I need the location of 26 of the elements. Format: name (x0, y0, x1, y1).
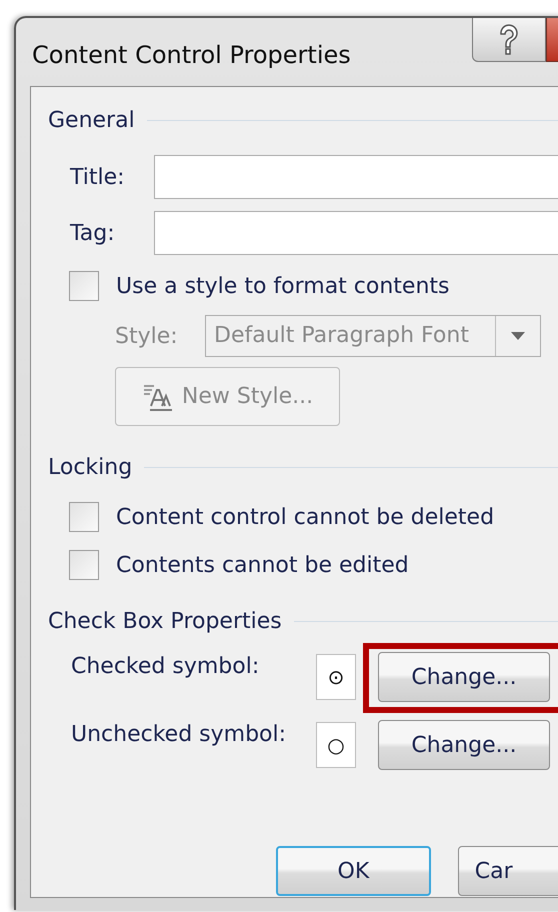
checkbox[interactable] (69, 271, 99, 301)
text-field[interactable] (154, 211, 558, 255)
help-icon (498, 24, 520, 56)
help-button[interactable] (472, 18, 546, 62)
dropdown-arrow-icon (511, 332, 525, 340)
field-label: Style: (115, 324, 179, 348)
checkbox-label: Use a style to format contents (116, 274, 450, 298)
dialog-button[interactable]: OK (276, 846, 431, 896)
checkbox[interactable] (69, 502, 99, 532)
change-button[interactable]: Change... (378, 720, 550, 770)
symbol-preview: ○ (316, 722, 356, 768)
dialog-button[interactable]: Car (458, 846, 558, 896)
checkbox-label: Content control cannot be deleted (116, 504, 494, 530)
checkbox[interactable] (69, 550, 99, 580)
field-label: Tag: (70, 220, 116, 246)
window-title: Content Control Properties (32, 41, 351, 69)
symbol-preview: ⊙ (316, 654, 356, 700)
checkbox-label: Contents cannot be edited (116, 552, 409, 578)
section-heading: Locking (48, 454, 132, 480)
text-field[interactable] (154, 155, 558, 199)
section-heading: General (48, 108, 135, 132)
field-label: Unchecked symbol: (71, 722, 288, 747)
change-button[interactable]: Change... (378, 652, 550, 702)
field-label: Checked symbol: (71, 654, 260, 679)
section-heading: Check Box Properties (48, 608, 282, 634)
field-label: Title: (70, 164, 126, 190)
